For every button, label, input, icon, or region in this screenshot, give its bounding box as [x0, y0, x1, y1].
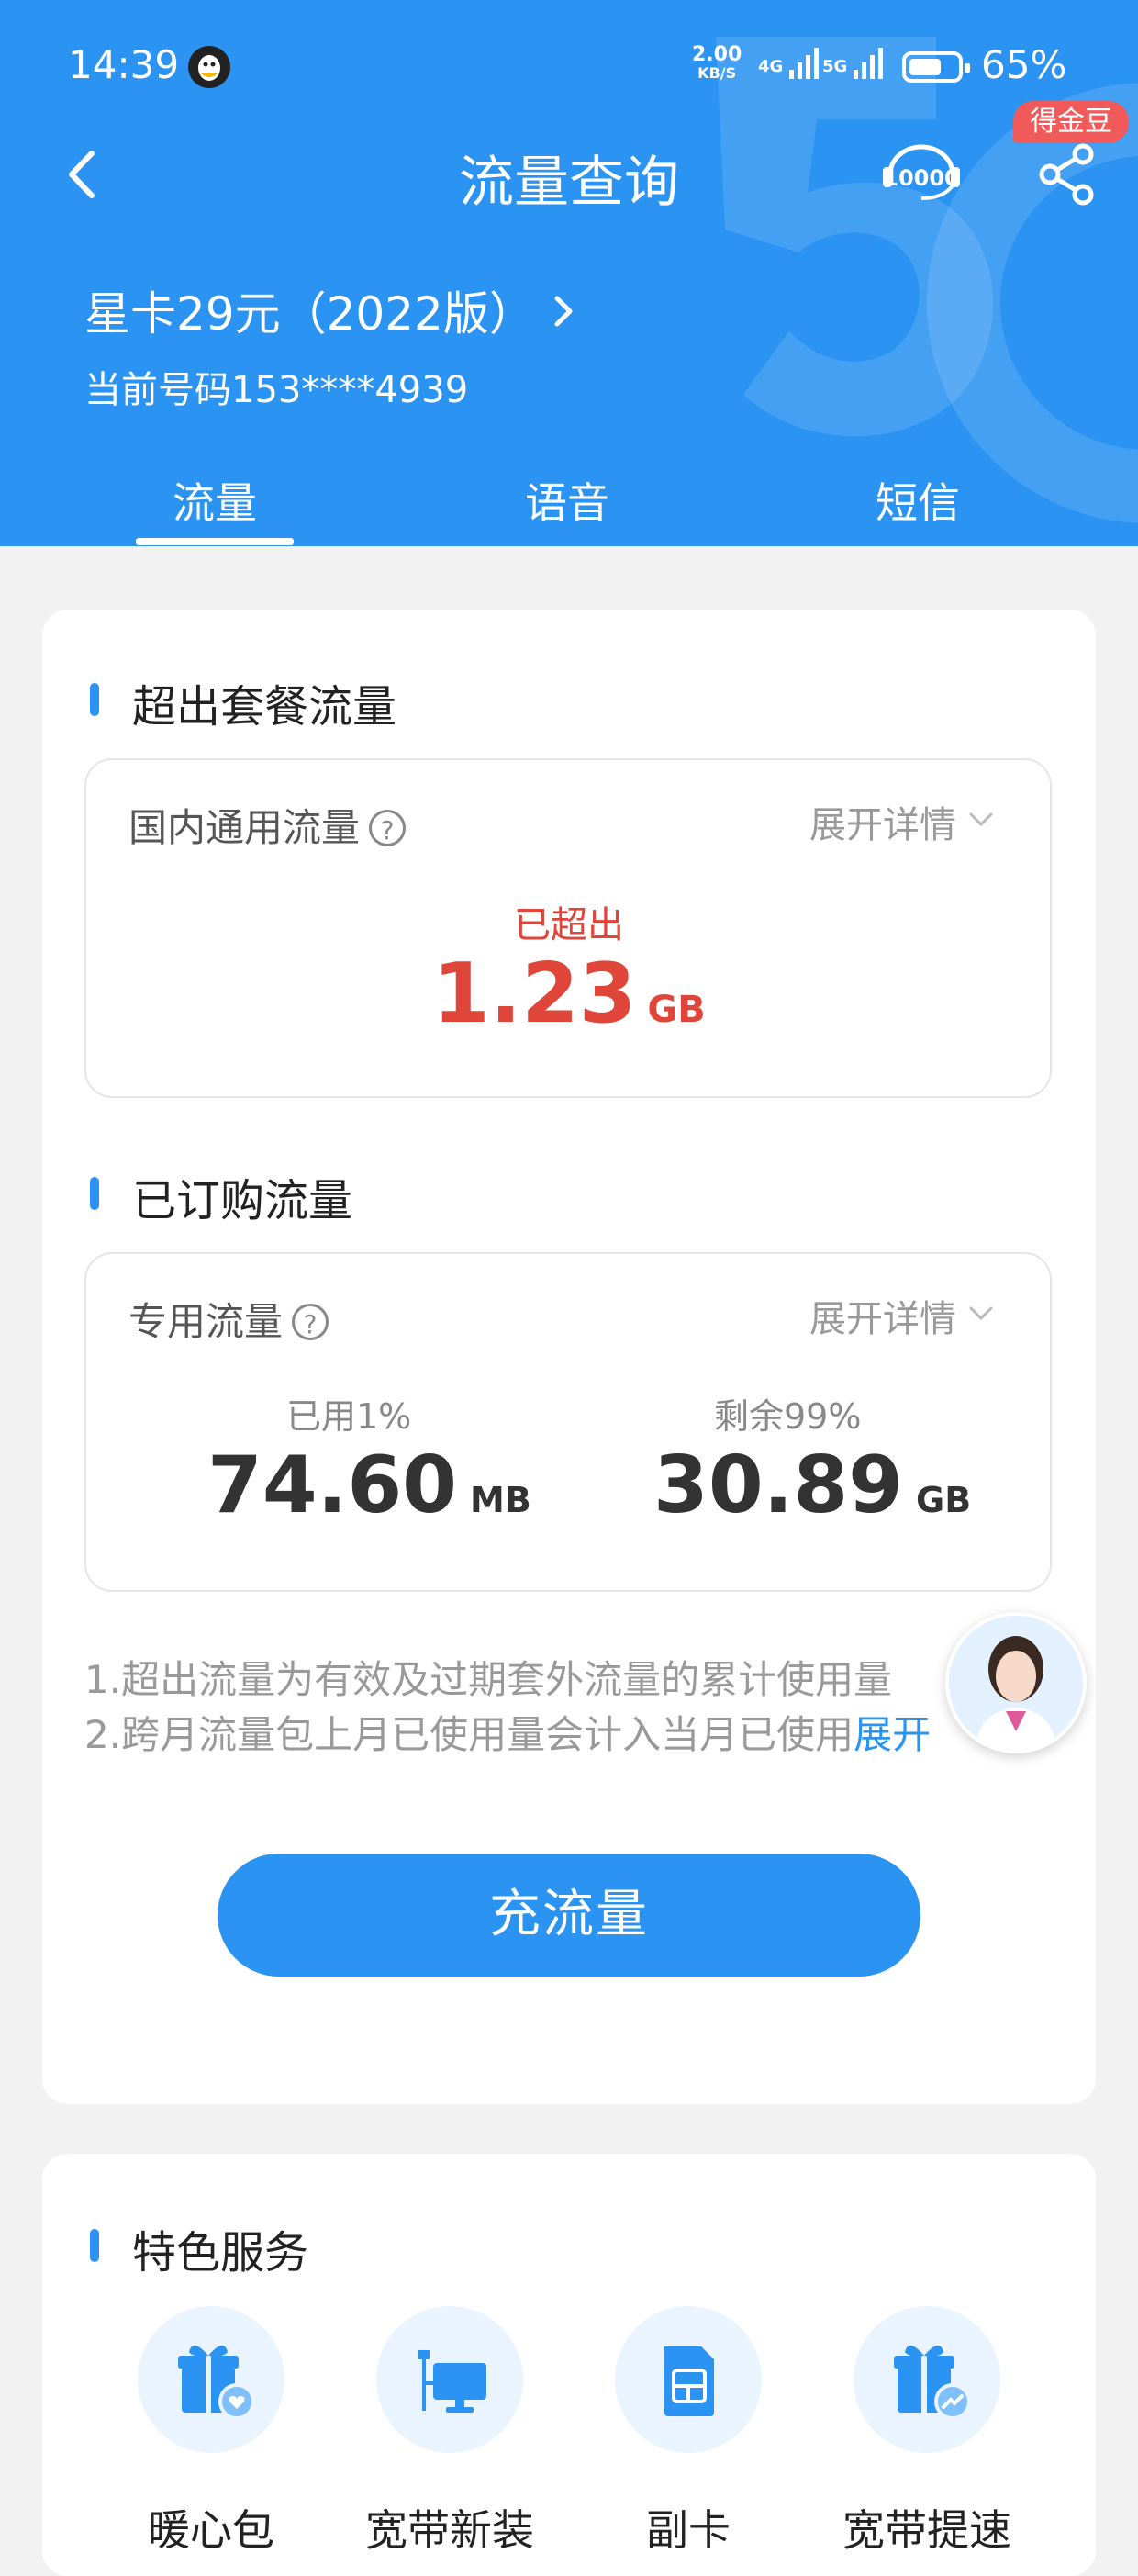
remaining-amount: 30.89 GB [653, 1439, 971, 1531]
gift-heart-icon [138, 2306, 284, 2453]
domestic-data-label-text: 国内通用流量 [128, 805, 361, 850]
note-line-1: 1.超出流量为有效及过期套外流量的累计使用量 [84, 1657, 893, 1702]
signal-4g-icon: 4G [758, 48, 819, 81]
section-marker [90, 2229, 99, 2262]
exceeded-value: 1.23 [432, 946, 637, 1042]
used-percent-label: 已用1% [286, 1396, 412, 1437]
battery-icon [902, 51, 970, 83]
tab-data[interactable]: 流量 [86, 470, 343, 531]
exceeded-amount: 1.23 GB [0, 946, 1138, 1042]
used-amount: 74.60 MB [207, 1439, 531, 1531]
help-icon[interactable]: ? [292, 1304, 329, 1340]
chevron-right-icon [552, 287, 577, 341]
status-time: 14:39 [68, 42, 180, 87]
active-tab-indicator [136, 538, 294, 545]
gold-bean-badge[interactable]: 得金豆 [1013, 101, 1129, 143]
service-broadband-speedup[interactable]: 宽带提速 [842, 2306, 1011, 2558]
service-warm-pack-label: 暖心包 [148, 2505, 274, 2555]
signal-5g-label: 5G [822, 57, 848, 76]
recharge-data-button[interactable]: 充流量 [218, 1854, 920, 1977]
share-icon[interactable] [1035, 140, 1099, 209]
help-icon[interactable]: ? [369, 810, 407, 846]
service-secondary-card-label: 副卡 [646, 2505, 731, 2555]
remaining-value: 30.89 [653, 1439, 904, 1531]
service-secondary-card[interactable]: 副卡 [615, 2306, 762, 2558]
tab-sms[interactable]: 短信 [789, 470, 1046, 531]
battery-percent: 65% [981, 42, 1067, 87]
dedicated-data-label: 专用流量? [128, 1291, 329, 1347]
expand-details-button[interactable]: 展开详情 [809, 1289, 995, 1342]
domestic-data-label: 国内通用流量? [128, 797, 407, 853]
customer-service-10000-icon[interactable]: 10000 [879, 138, 964, 211]
net-speed-value: 2.00 [692, 43, 742, 66]
expand-details-label: 展开详情 [809, 1298, 956, 1340]
chevron-down-icon [969, 812, 993, 827]
broadband-monitor-icon [376, 2306, 523, 2453]
qq-app-icon [188, 46, 230, 88]
services-section-title: 特色服务 [132, 2227, 309, 2279]
net-speed: 2.00 KB/S [692, 43, 742, 83]
plan-link[interactable]: 星卡29元（2022版） [84, 277, 577, 343]
section-marker [90, 683, 99, 716]
exceed-section-title: 超出套餐流量 [132, 681, 397, 733]
section-marker [90, 1177, 99, 1210]
subscribed-section-title: 已订购流量 [132, 1175, 353, 1226]
note-line-2-text: 2.跨月流量包上月已使用量会计入当月已使用 [84, 1712, 854, 1757]
signal-5g-icon: 5G [822, 48, 883, 81]
remaining-percent-label: 剩余99% [714, 1396, 862, 1437]
expand-details-label: 展开详情 [809, 804, 956, 846]
current-phone-number: 当前号码153****4939 [84, 369, 469, 411]
assistant-avatar[interactable] [945, 1612, 1087, 1753]
dedicated-data-label-text: 专用流量 [128, 1299, 284, 1344]
note-line-2: 2.跨月流量包上月已使用量会计入当月已使用展开 [84, 1704, 984, 1760]
service-warm-pack[interactable]: 暖心包 [138, 2306, 284, 2558]
gift-speed-icon [854, 2306, 1000, 2453]
used-value: 74.60 [207, 1439, 458, 1531]
service-broadband-install[interactable]: 宽带新装 [365, 2306, 534, 2558]
tab-voice[interactable]: 语音 [439, 470, 696, 531]
chevron-down-icon [969, 1306, 993, 1321]
status-bar: 14:39 2.00 KB/S 4G 5G 65% [0, 0, 1138, 138]
page-title: 流量查询 [459, 151, 679, 215]
exceeded-unit: GB [647, 989, 706, 1031]
remaining-unit: GB [916, 1480, 972, 1520]
service-broadband-speedup-label: 宽带提速 [842, 2505, 1011, 2555]
sim-card-icon [615, 2306, 762, 2453]
notes-expand-link[interactable]: 展开 [854, 1712, 931, 1757]
net-speed-unit: KB/S [697, 64, 737, 82]
plan-name: 星卡29元（2022版） [84, 287, 535, 341]
used-unit: MB [470, 1480, 531, 1520]
signal-4g-label: 4G [758, 57, 784, 76]
service-broadband-install-label: 宽带新装 [365, 2505, 534, 2555]
expand-details-button[interactable]: 展开详情 [809, 795, 995, 848]
service-icon-text: 10000 [883, 165, 960, 191]
exceeded-status: 已超出 [514, 904, 624, 946]
header: 14:39 2.00 KB/S 4G 5G 65% 流量查询 10000 得金豆 [0, 0, 1138, 546]
